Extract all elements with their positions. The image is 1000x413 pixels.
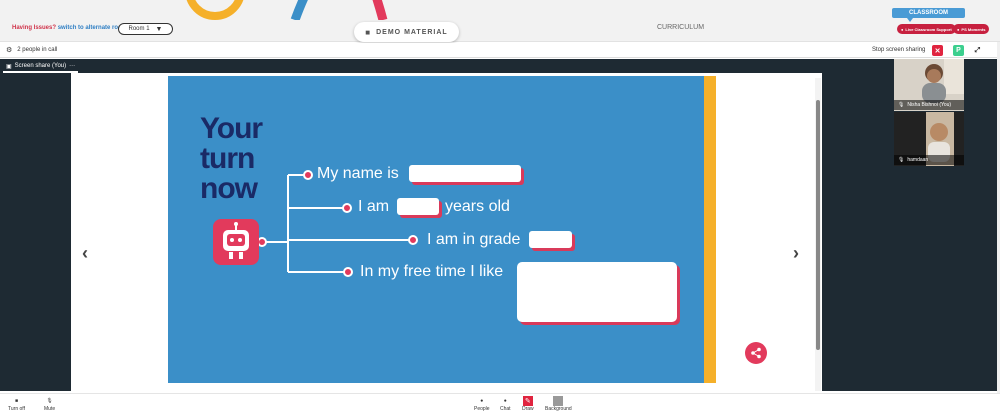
prompt-free-time: In my free time I like — [360, 263, 504, 280]
participant-name: Nisha Bishnoi (You) — [907, 102, 952, 108]
participant-label: 🎙 hamdaan — [894, 155, 964, 165]
previous-slide-icon[interactable]: ‹ — [82, 243, 88, 264]
chat-label: Chat — [500, 406, 511, 412]
chat-bubble-icon: ● — [503, 398, 507, 404]
camera-toggle-button[interactable]: ■ Turn off — [8, 396, 25, 412]
prompt-age-b: years old — [445, 198, 510, 215]
person-icon: ● — [480, 398, 484, 404]
chat-button[interactable]: ● Chat — [500, 396, 511, 412]
answer-box-grade — [529, 231, 572, 248]
prompt-age-a: I am — [358, 198, 390, 215]
next-slide-icon[interactable]: › — [793, 243, 799, 264]
robot-icon — [213, 219, 259, 265]
draw-button[interactable]: ✎ Draw — [522, 396, 534, 412]
mute-button[interactable]: 🎙 Mute — [44, 396, 55, 412]
background-button[interactable]: Background — [545, 396, 572, 412]
pen-icon: ✎ — [522, 396, 533, 406]
microphone-icon: 🎙 — [46, 398, 53, 404]
mic-icon: 🎙 — [898, 157, 905, 163]
mic-icon: 🎙 — [898, 102, 905, 108]
participant-label: 🎙 Nisha Bishnoi (You) — [894, 100, 964, 110]
share-icon[interactable] — [745, 342, 767, 364]
draw-label: Draw — [522, 406, 534, 412]
prompt-grade: I am in grade — [427, 231, 521, 248]
background-label: Background — [545, 406, 572, 412]
answer-box-age — [397, 198, 439, 215]
answer-box-name — [409, 165, 521, 182]
camera-toggle-label: Turn off — [8, 406, 25, 412]
people-button[interactable]: ● People — [474, 396, 490, 412]
prompt-name: My name is — [317, 165, 399, 182]
answer-box-free-time — [517, 262, 677, 322]
camera-icon: ■ — [14, 398, 18, 404]
background-icon — [553, 396, 564, 406]
people-label: People — [474, 406, 490, 412]
participant-video-1[interactable]: 🎙 Nisha Bishnoi (You) — [894, 59, 964, 111]
participant-name: hamdaan — [907, 157, 929, 163]
stage-scroll-thumb[interactable] — [816, 100, 820, 350]
mute-label: Mute — [44, 406, 56, 412]
participant-video-2[interactable]: 🎙 hamdaan — [894, 112, 964, 166]
